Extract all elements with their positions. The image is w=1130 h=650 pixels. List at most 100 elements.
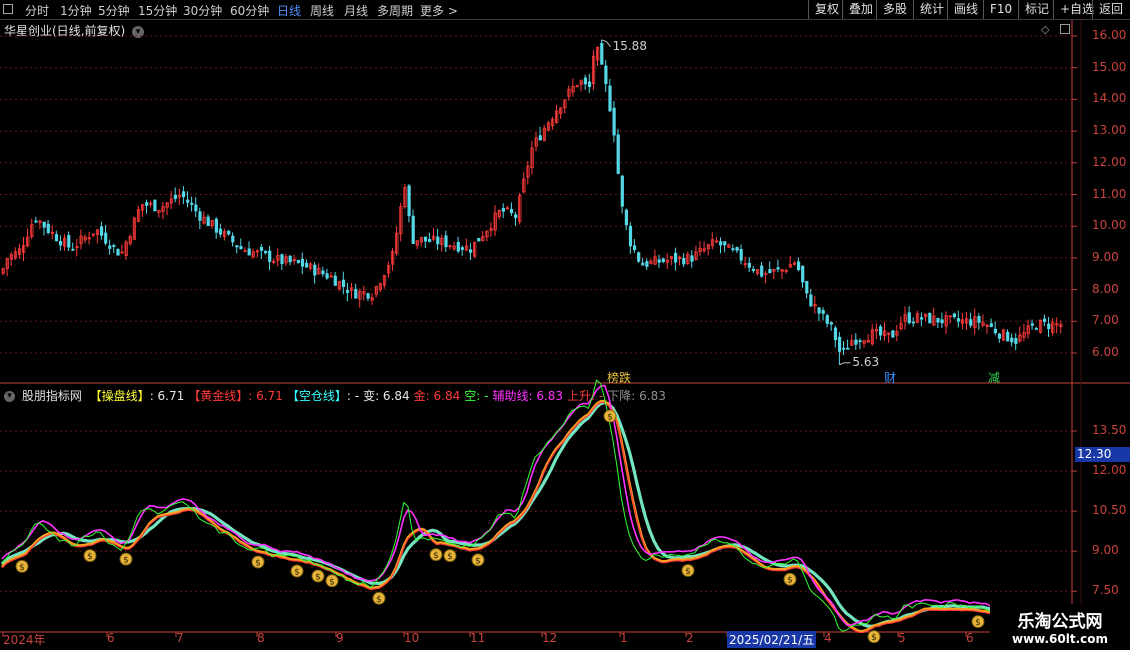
event-tag-0: 榜跌 [607, 371, 632, 385]
candle-body-199 [817, 307, 821, 314]
candle-body-153 [628, 225, 633, 247]
candle-body-205 [842, 347, 846, 350]
money-bag-symbol-9: $ [447, 552, 453, 562]
candle-body-89 [366, 293, 370, 299]
money-bag-symbol-8: $ [433, 551, 439, 561]
candle-body-44 [181, 191, 186, 198]
candle-body-224 [920, 317, 924, 320]
x-label-5: 10 [404, 631, 420, 645]
candle-body-195 [801, 265, 805, 283]
watermark: 乐淘公式网 www.60lt.com [990, 604, 1130, 650]
candle-body-222 [911, 321, 916, 324]
candle-body-106 [436, 236, 440, 245]
main-y-label-2: 14.00 [1092, 91, 1127, 106]
main-y-label-3: 13.00 [1092, 123, 1127, 138]
candle-body-57 [235, 245, 239, 248]
indicator-label-4: 金 [413, 389, 426, 403]
candle-body-238 [977, 316, 981, 323]
event-tag-1: 财 [884, 371, 897, 385]
candle-body-152 [624, 209, 629, 226]
ind-y-label-3: 9.00 [1092, 543, 1119, 558]
candle-body-45 [186, 199, 190, 203]
main-y-label-7: 9.00 [1092, 249, 1119, 264]
money-bag-symbol-7: $ [376, 595, 382, 605]
candle-body-255 [1047, 323, 1051, 329]
candle-body-197 [809, 294, 813, 307]
candle-body-114 [468, 249, 473, 253]
candle-body-111 [456, 241, 460, 252]
candle-body-232 [952, 313, 957, 318]
indicator-dropdown-icon[interactable]: ▾ [4, 391, 15, 402]
candle-body-72 [296, 260, 301, 263]
candle-body-252 [1034, 328, 1038, 330]
candle-body-86 [354, 288, 358, 299]
candle-body-183 [751, 268, 756, 271]
candle-body-209 [858, 340, 862, 343]
x-label-6: 11 [470, 631, 486, 645]
candle-body-68 [280, 254, 284, 265]
candle-body-160 [657, 259, 661, 263]
low-marker-line [839, 362, 851, 366]
chart-canvas: $ $ $ $ $ $ $ $ $ $ $ $ $ $ $ $ [0, 20, 1130, 644]
candle-body-46 [190, 202, 194, 205]
money-bag-symbol-15: $ [975, 618, 981, 628]
indicator-value-7: : - [591, 389, 604, 403]
x-label-4: 9 [336, 631, 344, 645]
candle-body-245 [1006, 331, 1010, 342]
indicator-label-2: 【空仓线】 [286, 389, 347, 403]
candle-body-150 [616, 134, 620, 174]
x-label-0: 2024年 [3, 633, 46, 647]
candle-body-226 [928, 312, 932, 324]
indicator-label-3: 变 [363, 389, 376, 403]
candle-body-28 [116, 248, 120, 256]
candle-body-178 [731, 248, 735, 251]
candle-body-83 [341, 279, 346, 287]
candle-body-166 [682, 257, 686, 265]
money-bag-symbol-4: $ [294, 568, 300, 578]
main-y-label-6: 10.00 [1092, 218, 1127, 233]
candle-body-42 [173, 194, 177, 200]
candle-body-204 [838, 336, 842, 352]
candle-body-79 [325, 273, 329, 279]
indicator-value-0: : 6.71 [149, 389, 185, 403]
candle-body-37 [153, 199, 157, 212]
indicator-value-4: : 6.84 [425, 389, 461, 403]
candle-body-146 [600, 43, 604, 65]
candle-body-122 [501, 208, 506, 212]
money-bag-symbol-0: $ [19, 563, 25, 573]
candle-body-131 [538, 135, 542, 141]
x-label-3: 8 [257, 631, 265, 645]
candle-body-63 [259, 246, 264, 251]
candle-body-200 [821, 310, 825, 314]
candle-body-151 [620, 175, 624, 207]
candle-body-155 [637, 252, 641, 262]
candle-body-103 [423, 236, 428, 242]
candle-body-112 [460, 247, 465, 250]
low-price-label: 5.63 [852, 354, 880, 369]
x-label-12: 5 [898, 631, 906, 645]
candle-body-84 [345, 290, 350, 293]
main-y-label-8: 8.00 [1092, 281, 1119, 296]
candle-body-196 [805, 280, 809, 294]
candle-body-206 [846, 347, 850, 350]
indicator-label-6: 辅助线 [492, 389, 529, 403]
current-value-text: 12.30 [1077, 447, 1112, 461]
candle-body-99 [407, 185, 411, 217]
ind-y-label-1: 12.00 [1092, 463, 1127, 478]
candle-body-180 [739, 248, 743, 261]
candle-body-8 [34, 220, 38, 223]
candle-body-14 [59, 241, 63, 246]
money-bag-symbol-12: $ [685, 567, 691, 577]
candle-body-55 [227, 230, 231, 235]
indicator-value-2: : - [346, 389, 360, 403]
indicator-label-8: 下降 [607, 389, 632, 403]
indicator-value-3: : 6.84 [375, 389, 410, 403]
candle-body-13 [54, 234, 59, 242]
indicator-label-1: 【黄金线】 [188, 389, 249, 403]
money-bag-symbol-3: $ [255, 559, 261, 569]
candle-body-143 [587, 81, 592, 88]
candle-body-70 [288, 255, 292, 263]
candle-body-125 [514, 214, 518, 219]
x-label-8: 1 [620, 631, 628, 645]
candle-body-100 [411, 215, 415, 244]
